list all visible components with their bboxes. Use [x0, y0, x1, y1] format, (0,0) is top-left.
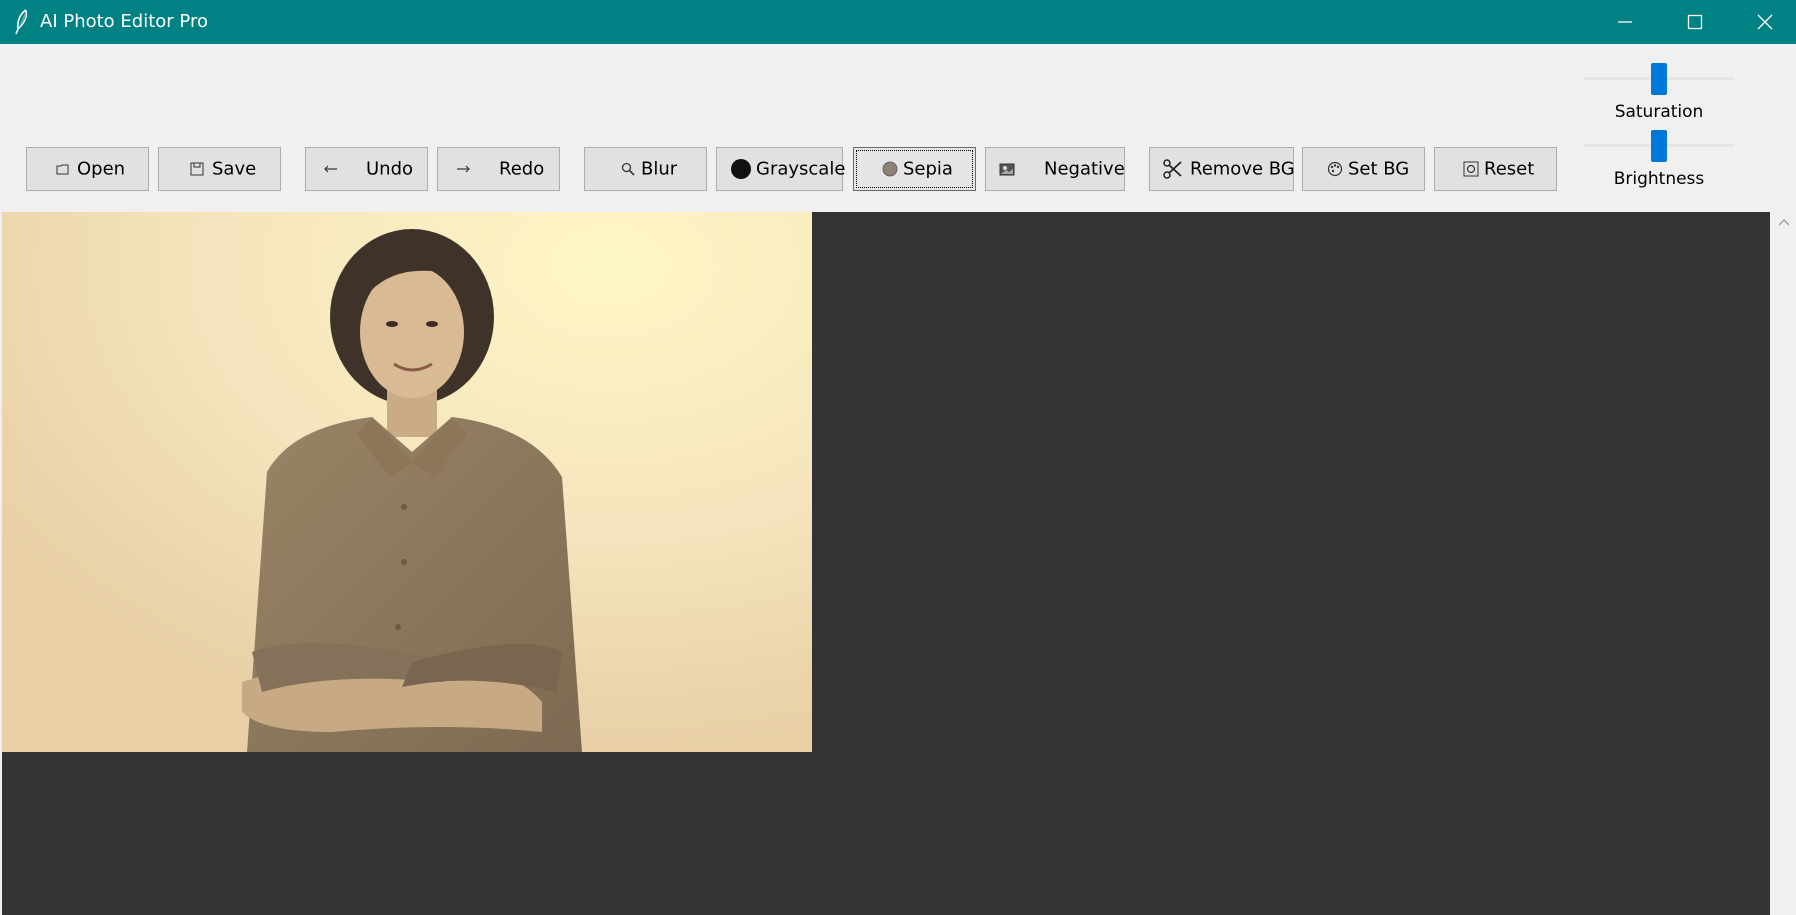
open-label: Open [77, 158, 126, 180]
set-bg-button[interactable]: Set BG [1302, 147, 1425, 191]
maximize-button[interactable] [1660, 0, 1730, 44]
close-button[interactable] [1730, 0, 1796, 44]
feather-icon [15, 9, 28, 35]
remove-bg-label: Remove BG [1190, 158, 1295, 180]
magnifier-icon [621, 162, 635, 176]
brightness-thumb[interactable] [1651, 130, 1667, 162]
set-bg-label: Set BG [1348, 158, 1410, 180]
blur-label: Blur [641, 158, 678, 180]
saturation-label: Saturation [1614, 102, 1704, 122]
blur-button[interactable]: Blur [584, 147, 707, 191]
black-circle-icon [731, 159, 751, 179]
sepia-button[interactable]: Sepia [853, 147, 976, 191]
window-title: AI Photo Editor Pro [40, 11, 208, 32]
save-icon [190, 162, 204, 176]
sepia-circle-icon [882, 161, 898, 177]
scissors-icon [1163, 159, 1182, 179]
portrait-image [2, 212, 812, 752]
open-button[interactable]: Open [26, 147, 149, 191]
redo-label: Redo [499, 158, 545, 180]
image-negative-icon [999, 163, 1015, 176]
photo-preview [2, 212, 812, 752]
undo-button[interactable]: Undo [305, 147, 428, 191]
remove-bg-button[interactable]: Remove BG [1149, 147, 1295, 191]
saturation-thumb[interactable] [1651, 63, 1667, 95]
title-bar: AI Photo Editor Pro [0, 0, 1796, 44]
image-canvas[interactable] [2, 212, 1770, 915]
maximize-icon [1687, 14, 1703, 30]
save-label: Save [212, 158, 257, 180]
vertical-scrollbar[interactable] [1772, 212, 1796, 915]
save-button[interactable]: Save [158, 147, 281, 191]
minimize-button[interactable] [1590, 0, 1660, 44]
redo-button[interactable]: Redo [437, 147, 560, 191]
sepia-label: Sepia [903, 158, 953, 180]
grayscale-label: Grayscale [756, 158, 846, 180]
reset-label: Reset [1484, 158, 1535, 180]
reset-icon [1463, 161, 1479, 177]
brightness-label: Brightness [1613, 169, 1705, 189]
folder-icon [56, 164, 69, 175]
minimize-icon [1618, 21, 1632, 23]
chevron-up-icon[interactable] [1778, 218, 1790, 226]
close-icon [1757, 14, 1773, 30]
saturation-slider[interactable] [1584, 63, 1734, 95]
undo-label: Undo [366, 158, 414, 180]
redo-arrow-icon [457, 165, 470, 173]
grayscale-button[interactable]: Grayscale [716, 147, 846, 191]
negative-button[interactable]: Negative [985, 147, 1125, 191]
brightness-slider[interactable] [1584, 130, 1734, 162]
reset-button[interactable]: Reset [1434, 147, 1557, 191]
palette-icon [1327, 161, 1343, 177]
negative-label: Negative [1044, 158, 1125, 180]
undo-arrow-icon [324, 165, 337, 173]
toolbar: Open Save Undo Redo Blur Grayscale Sepia… [0, 44, 1796, 212]
